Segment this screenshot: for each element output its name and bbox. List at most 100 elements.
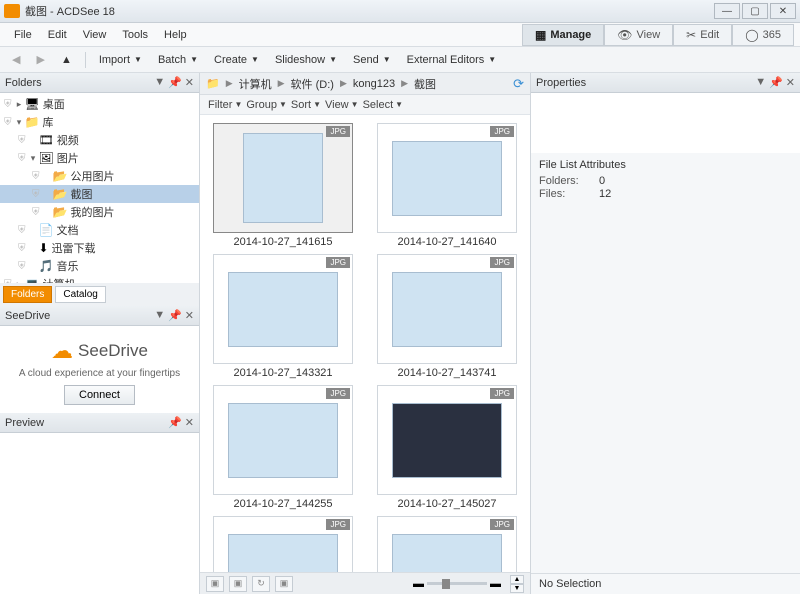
batch-label: Batch bbox=[158, 54, 186, 66]
mode-365-label: 365 bbox=[763, 29, 781, 41]
properties-body bbox=[531, 93, 800, 153]
chevron-down-icon: ▼ bbox=[134, 55, 142, 64]
breadcrumb-segment[interactable]: 截图 bbox=[414, 76, 436, 92]
mode-manage[interactable]: ▦Manage bbox=[522, 24, 604, 46]
thumbnail-item[interactable]: JPG2014-10-27_145027 bbox=[372, 385, 522, 510]
thumbnail-name[interactable]: 2014-10-27_141615 bbox=[233, 236, 332, 248]
zoom-out-icon[interactable]: ▬ bbox=[413, 578, 424, 590]
select-dropdown[interactable]: Select▼ bbox=[363, 99, 404, 111]
toolbar: ◀ ▶ ▲ Import▼ Batch▼ Create▼ Slideshow▼ … bbox=[0, 47, 800, 73]
view-dropdown[interactable]: View▼ bbox=[325, 99, 359, 111]
panel-dropdown-icon[interactable]: ▼ bbox=[755, 76, 766, 89]
sb-btn-4[interactable]: ▣ bbox=[275, 576, 293, 592]
mode-365[interactable]: ◯365 bbox=[732, 24, 794, 46]
menu-view[interactable]: View bbox=[75, 26, 115, 44]
mode-edit-label: Edit bbox=[700, 29, 719, 41]
mode-tabs: ▦Manage 👁View ✂ Edit ◯365 bbox=[522, 24, 794, 46]
menu-edit[interactable]: Edit bbox=[40, 26, 75, 44]
panel-close-icon[interactable]: ✕ bbox=[185, 309, 194, 322]
zoom-stepper[interactable]: ▲▼ bbox=[510, 575, 524, 593]
menu-tools[interactable]: Tools bbox=[114, 26, 156, 44]
zoom-slider[interactable]: ▬ ▬ bbox=[413, 578, 501, 590]
sb-btn-2[interactable]: ▣ bbox=[229, 576, 247, 592]
tree-item[interactable]: ⛨▸🖥桌面 bbox=[0, 95, 199, 113]
filter-dropdown[interactable]: Filter▼ bbox=[208, 99, 242, 111]
center-pane: 📁 ▶ 计算机 ▶ 软件 (D:) ▶ kong123 ▶ 截图 ⟳ Filte… bbox=[200, 73, 530, 594]
tree-item[interactable]: ⛨🎵音乐 bbox=[0, 257, 199, 275]
thumbnail-name[interactable]: 2014-10-27_145027 bbox=[397, 498, 496, 510]
thumbnail-name[interactable]: 2014-10-27_144255 bbox=[233, 498, 332, 510]
tree-item[interactable]: ⛨⬇迅雷下载 bbox=[0, 239, 199, 257]
mode-view[interactable]: 👁View bbox=[604, 24, 673, 46]
panel-close-icon[interactable]: ✕ bbox=[786, 76, 795, 89]
breadcrumb-segment[interactable]: kong123 bbox=[353, 78, 395, 90]
thumbnail-item[interactable]: JPG bbox=[208, 516, 358, 572]
panel-dropdown-icon[interactable]: ▼ bbox=[154, 309, 165, 322]
thumbnail-item[interactable]: JPG 2014-10-27_143741 bbox=[372, 254, 522, 379]
file-list-attributes: File List Attributes Folders:0 Files:12 bbox=[531, 153, 800, 207]
thumbnail-item[interactable]: JPG2014-10-27_143321 bbox=[208, 254, 358, 379]
tree-item[interactable]: ⛨▸💻计算机 bbox=[0, 275, 199, 283]
nav-up-button[interactable]: ▲ bbox=[55, 51, 78, 69]
breadcrumb-segment[interactable]: 软件 (D:) bbox=[291, 76, 334, 92]
tree-item[interactable]: ⛨📂截图 bbox=[0, 185, 199, 203]
chevron-down-icon: ▼ bbox=[251, 55, 259, 64]
tree-item[interactable]: ⛨▾📁库 bbox=[0, 113, 199, 131]
refresh-icon[interactable]: ⟳ bbox=[513, 76, 524, 92]
tree-item[interactable]: ⛨📄文档 bbox=[0, 221, 199, 239]
seedrive-name: SeeDrive bbox=[78, 341, 148, 361]
mode-edit[interactable]: ✂ Edit bbox=[673, 24, 732, 46]
attrs-title: File List Attributes bbox=[539, 159, 792, 171]
tree-item[interactable]: ⛨📂公用图片 bbox=[0, 167, 199, 185]
menu-help[interactable]: Help bbox=[156, 26, 195, 44]
menu-file[interactable]: File bbox=[6, 26, 40, 44]
connect-button[interactable]: Connect bbox=[64, 385, 135, 405]
seedrive-panel: ☁ SeeDrive A cloud experience at your fi… bbox=[0, 326, 199, 413]
thumbnail-item[interactable]: JPG bbox=[372, 516, 522, 572]
panel-dropdown-icon[interactable]: ▼ bbox=[154, 76, 165, 89]
sort-dropdown[interactable]: Sort▼ bbox=[291, 99, 321, 111]
panel-pin-icon[interactable]: 📌 bbox=[168, 416, 182, 429]
sb-btn-1[interactable]: ▣ bbox=[206, 576, 224, 592]
tab-folders[interactable]: Folders bbox=[3, 286, 52, 303]
zoom-in-icon[interactable]: ▬ bbox=[490, 578, 501, 590]
seedrive-tagline: A cloud experience at your fingertips bbox=[6, 368, 193, 379]
tree-item[interactable]: ⛨▾🖼图片 bbox=[0, 149, 199, 167]
thumbnail-grid[interactable]: JPG2014-10-27_141615JPG2014-10-27_141640… bbox=[200, 115, 530, 572]
send-label: Send bbox=[353, 54, 379, 66]
sb-btn-3[interactable]: ↻ bbox=[252, 576, 270, 592]
batch-button[interactable]: Batch▼ bbox=[152, 51, 204, 69]
panel-pin-icon[interactable]: 📌 bbox=[168, 76, 182, 89]
panel-pin-icon[interactable]: 📌 bbox=[769, 76, 783, 89]
thumbnail-name[interactable]: 2014-10-27_143321 bbox=[233, 367, 332, 379]
nav-forward-button[interactable]: ▶ bbox=[30, 50, 50, 69]
external-label: External Editors bbox=[407, 54, 485, 66]
tree-item[interactable]: ⛨🎞视频 bbox=[0, 131, 199, 149]
nav-back-button[interactable]: ◀ bbox=[6, 50, 26, 69]
maximize-button[interactable]: ▢ bbox=[742, 3, 768, 19]
create-button[interactable]: Create▼ bbox=[208, 51, 265, 69]
eye-icon: 👁 bbox=[617, 28, 632, 42]
scissors-icon: ✂ bbox=[686, 28, 696, 42]
slideshow-button[interactable]: Slideshow▼ bbox=[269, 51, 343, 69]
tab-catalog[interactable]: Catalog bbox=[55, 286, 105, 303]
thumbnail-name[interactable]: 2014-10-27_143741 bbox=[397, 367, 496, 379]
panel-pin-icon[interactable]: 📌 bbox=[168, 309, 182, 322]
breadcrumb-segment[interactable]: 计算机 bbox=[239, 76, 272, 92]
tree-item[interactable]: ⛨📂我的图片 bbox=[0, 203, 199, 221]
panel-close-icon[interactable]: ✕ bbox=[185, 76, 194, 89]
format-badge: JPG bbox=[490, 257, 514, 268]
group-dropdown[interactable]: Group▼ bbox=[246, 99, 287, 111]
send-button[interactable]: Send▼ bbox=[347, 51, 397, 69]
minimize-button[interactable]: — bbox=[714, 3, 740, 19]
properties-panel-header: Properties ▼ 📌 ✕ bbox=[531, 73, 800, 93]
panel-close-icon[interactable]: ✕ bbox=[185, 416, 194, 429]
thumbnail-item[interactable]: JPG2014-10-27_141615 bbox=[208, 123, 358, 248]
external-editors-button[interactable]: External Editors▼ bbox=[401, 51, 503, 69]
thumbnail-item[interactable]: JPG2014-10-27_141640 bbox=[372, 123, 522, 248]
folder-tree[interactable]: ⛨▸🖥桌面⛨▾📁库⛨🎞视频⛨▾🖼图片⛨📂公用图片⛨📂截图⛨📂我的图片⛨📄文档⛨⬇… bbox=[0, 93, 199, 283]
thumbnail-item[interactable]: JPG2014-10-27_144255 bbox=[208, 385, 358, 510]
import-button[interactable]: Import▼ bbox=[93, 51, 148, 69]
close-button[interactable]: ✕ bbox=[770, 3, 796, 19]
thumbnail-name[interactable]: 2014-10-27_141640 bbox=[397, 236, 496, 248]
